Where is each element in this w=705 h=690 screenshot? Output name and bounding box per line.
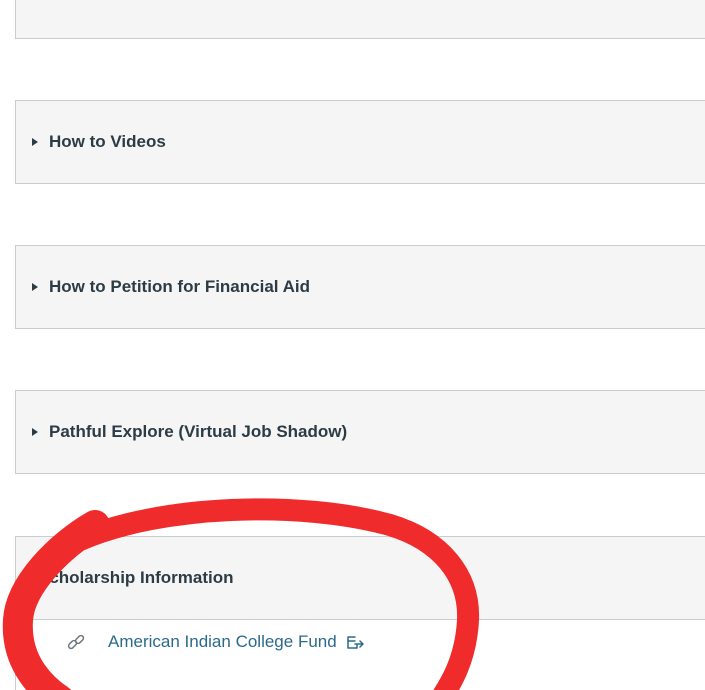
section-toggle[interactable]: How to Videos xyxy=(16,101,705,183)
triangle-right-icon xyxy=(32,283,38,291)
section-how-to-videos[interactable]: How to Videos xyxy=(15,100,705,184)
section-how-to-petition[interactable]: How to Petition for Financial Aid xyxy=(15,245,705,329)
american-indian-college-fund-link[interactable]: American Indian College Fund xyxy=(108,632,337,652)
external-link-icon[interactable] xyxy=(346,634,364,650)
link-icon xyxy=(67,634,85,650)
section-title: How to Petition for Financial Aid xyxy=(49,277,310,296)
section-scholarship-content: American Indian College Fund xyxy=(15,620,705,690)
triangle-right-icon xyxy=(32,428,38,436)
triangle-right-icon xyxy=(32,138,38,146)
collapsed-section-partial[interactable] xyxy=(15,0,705,39)
section-scholarship-information[interactable]: Scholarship Information xyxy=(15,536,705,620)
section-title: How to Videos xyxy=(49,132,166,151)
section-toggle[interactable]: Pathful Explore (Virtual Job Shadow) xyxy=(16,391,705,473)
section-title: Pathful Explore (Virtual Job Shadow) xyxy=(49,422,348,441)
section-toggle[interactable]: How to Petition for Financial Aid xyxy=(16,246,705,328)
link-item[interactable]: American Indian College Fund xyxy=(66,632,364,652)
section-pathful-explore[interactable]: Pathful Explore (Virtual Job Shadow) xyxy=(15,390,705,474)
section-title: Scholarship Information xyxy=(38,568,234,587)
